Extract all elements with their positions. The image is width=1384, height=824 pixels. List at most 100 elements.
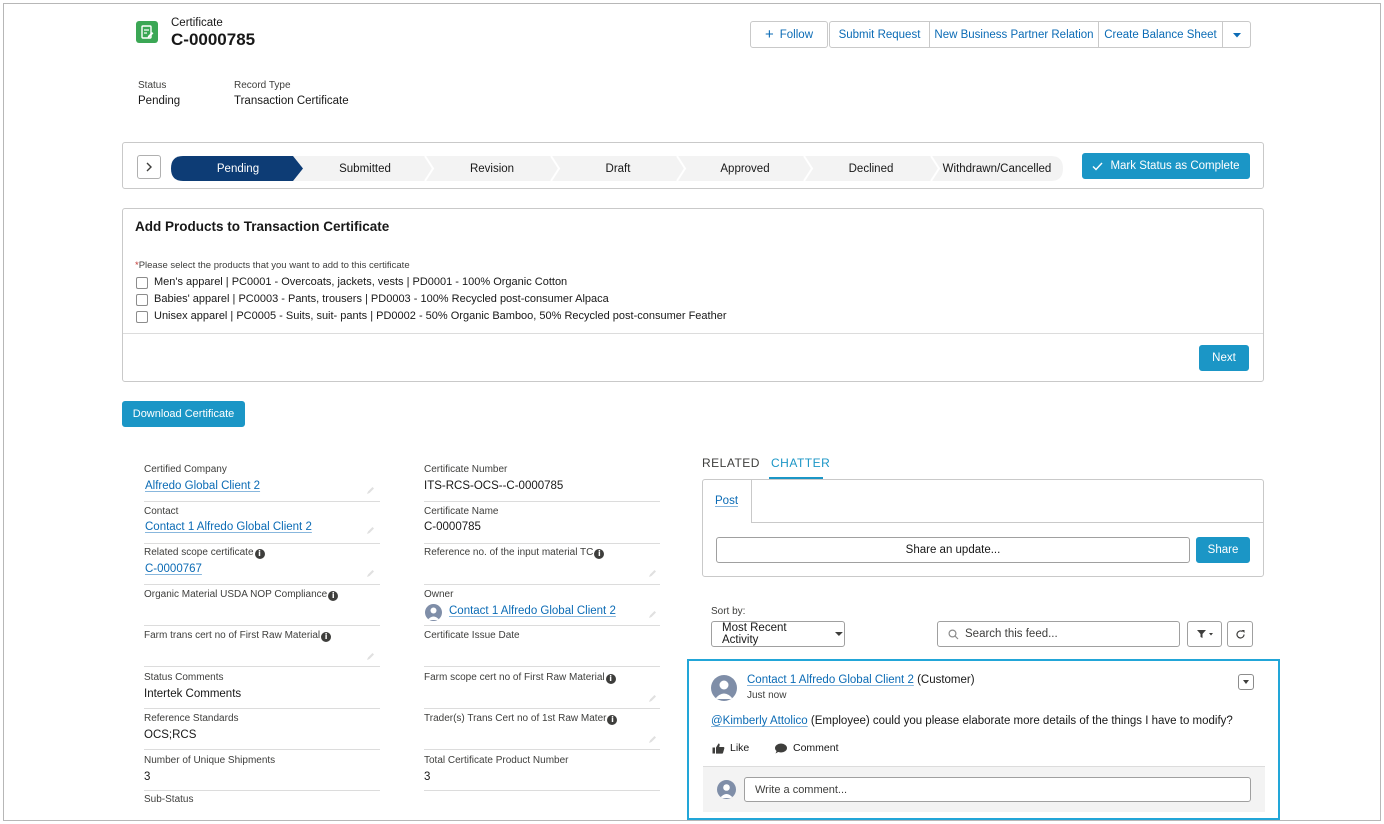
reference-standards-label: Reference Standards (144, 713, 239, 724)
product-checkbox-3[interactable] (136, 311, 148, 323)
feed-item-menu-button[interactable] (1238, 674, 1254, 690)
search-icon (948, 628, 959, 639)
more-actions-button[interactable] (1223, 22, 1250, 47)
owner-label: Owner (424, 589, 454, 600)
path-stage-draft[interactable]: Draft (555, 156, 681, 181)
filter-icon (1196, 630, 1213, 638)
issue-date-label: Certificate Issue Date (424, 630, 520, 641)
follow-button[interactable]: + Follow (750, 21, 828, 48)
sort-label: Sort by: (711, 606, 746, 617)
comment-button[interactable]: Comment (774, 742, 839, 754)
chevron-down-icon (835, 632, 844, 636)
field-divider (144, 708, 380, 709)
info-icon[interactable]: i (328, 590, 339, 601)
path-stage-revision[interactable]: Revision (429, 156, 555, 181)
refresh-icon (1235, 629, 1245, 638)
product-checkbox-2[interactable] (136, 294, 148, 306)
post-timestamp[interactable]: Just now (747, 690, 786, 701)
chevron-down-icon (1243, 680, 1249, 684)
chevron-down-icon (1232, 32, 1241, 37)
field-divider (144, 790, 380, 791)
post-body-text: (Employee) could you please elaborate mo… (810, 715, 1233, 727)
mark-status-complete-button[interactable]: Mark Status as Complete (1082, 153, 1250, 179)
edit-pencil-icon[interactable] (648, 694, 657, 703)
sort-select[interactable]: Most Recent Activity (711, 621, 845, 647)
field-divider (144, 543, 380, 544)
like-icon (712, 743, 725, 754)
check-icon (1092, 162, 1103, 171)
status-comments-value: Intertek Comments (144, 688, 242, 700)
submit-request-button[interactable]: Submit Request (830, 22, 930, 47)
author-link[interactable]: Contact 1 Alfredo Global Client 2 (747, 674, 914, 686)
post-tab[interactable]: Post (715, 495, 738, 507)
info-icon[interactable]: i (605, 673, 616, 684)
field-divider (424, 666, 660, 667)
path-stage-submitted[interactable]: Submitted (303, 156, 427, 181)
edit-pencil-icon[interactable] (648, 569, 657, 578)
download-certificate-button[interactable]: Download Certificate (122, 401, 245, 427)
field-divider (144, 584, 380, 585)
user-icon (715, 680, 733, 699)
field-divider (144, 666, 380, 667)
refresh-feed-button[interactable] (1227, 621, 1253, 647)
owner-link[interactable]: Contact 1 Alfredo Global Client 2 (449, 605, 616, 617)
reference-input-label-text: Reference no. of the input material TC (424, 547, 594, 558)
field-divider (424, 790, 660, 791)
edit-pencil-icon[interactable] (648, 735, 657, 744)
path-stage-pending[interactable]: Pending (171, 156, 305, 181)
write-comment-input[interactable]: Write a comment... (744, 777, 1251, 802)
edit-pencil-icon[interactable] (648, 610, 657, 619)
certificate-record-icon (136, 21, 158, 43)
record-title: C-0000785 (171, 30, 256, 49)
products-divider (123, 333, 1263, 334)
farm-scope-label: Farm scope cert no of First Raw Material… (424, 672, 616, 684)
user-icon (427, 607, 440, 620)
tab-related[interactable]: RELATED (702, 456, 760, 470)
field-divider (424, 749, 660, 750)
contact-link[interactable]: Contact 1 Alfredo Global Client 2 (145, 521, 312, 533)
path-stage-declined[interactable]: Declined (808, 156, 934, 181)
certificate-number-value: ITS-RCS-OCS--C-0000785 (424, 480, 564, 492)
field-divider (144, 749, 380, 750)
info-icon[interactable]: i (594, 548, 605, 559)
product-checkbox-1[interactable] (136, 277, 148, 289)
usda-label-text: Organic Material USDA NOP Compliance (144, 589, 328, 600)
status-label: Status (138, 80, 167, 91)
product-option-2: Babies' apparel | PC0003 - Pants, trouse… (154, 293, 609, 305)
certified-company-link[interactable]: Alfredo Global Client 2 (145, 480, 260, 492)
filter-feed-button[interactable] (1187, 621, 1222, 647)
product-option-3: Unisex apparel | PC0005 - Suits, suit- p… (154, 310, 727, 322)
info-icon[interactable]: i (607, 714, 618, 725)
path-stage-withdrawn-cancelled[interactable]: Withdrawn/Cancelled (934, 156, 1060, 181)
feed-item-header: Contact 1 Alfredo Global Client 2 (Custo… (747, 674, 975, 686)
path-stage-approved[interactable]: Approved (682, 156, 808, 181)
like-label: Like (730, 742, 750, 754)
create-balance-sheet-button[interactable]: Create Balance Sheet (1099, 22, 1223, 47)
status-value: Pending (138, 95, 181, 107)
share-button[interactable]: Share (1196, 537, 1250, 563)
edit-pencil-icon[interactable] (366, 652, 375, 661)
usda-label: Organic Material USDA NOP Compliance i (144, 589, 339, 601)
edit-pencil-icon[interactable] (366, 569, 375, 578)
share-update-input[interactable]: Share an update... (716, 537, 1190, 563)
products-instruction: *Please select the products that you wan… (135, 260, 410, 271)
product-option-1: Men's apparel | PC0001 - Overcoats, jack… (154, 276, 568, 288)
field-divider (144, 625, 380, 626)
related-scope-link[interactable]: C-0000767 (145, 563, 202, 575)
author-avatar (711, 675, 737, 701)
mention-link[interactable]: @Kimberly Attolico (711, 715, 808, 727)
search-feed-input[interactable]: Search this feed... (937, 621, 1180, 647)
like-button[interactable]: Like (712, 742, 749, 754)
post-body: @Kimberly Attolico (Employee) could you … (711, 715, 1233, 727)
field-divider (424, 708, 660, 709)
next-button[interactable]: Next (1199, 345, 1249, 371)
edit-pencil-icon[interactable] (366, 526, 375, 535)
new-business-partner-relation-button[interactable]: New Business Partner Relation (930, 22, 1099, 47)
tab-chatter[interactable]: CHATTER (771, 456, 830, 470)
info-icon[interactable]: i (321, 631, 332, 642)
publisher-tab-row (751, 479, 1263, 523)
plus-icon: + (765, 26, 774, 43)
edit-pencil-icon[interactable] (366, 486, 375, 495)
path-toggle-button[interactable] (137, 155, 161, 179)
info-icon[interactable]: i (254, 548, 265, 559)
